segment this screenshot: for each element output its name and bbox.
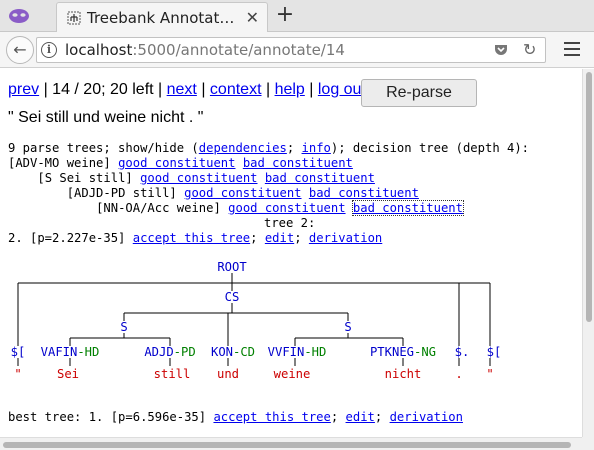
browser-tab[interactable]: Treebank Annotat… ✕ [56,2,268,32]
edit-link[interactable]: edit [346,410,375,424]
info-separator: ; [286,141,302,155]
candidate-prefix: 2. [p=2.227e-35] [8,231,133,245]
tree-favicon-icon [67,11,81,25]
best-prefix: best tree: 1. [p=6.596e-35] [8,410,214,424]
preterminal-node: $. [455,345,470,359]
link-separator: ; [330,410,346,424]
annotation-nav: prev | 14 / 20; 20 left | next | context… [8,81,366,99]
dependencies-link[interactable]: dependencies [199,141,287,155]
logout-link[interactable]: log out [318,81,366,98]
preterminal-node: KON-CD [211,345,255,359]
bad-constituent-link[interactable]: bad constituent [265,171,375,185]
good-constituent-link[interactable]: good constituent [228,201,345,215]
url-host: localhost [65,41,133,59]
position-indicator: 14 / 20; 20 left [52,81,154,98]
word-token: Sei [57,367,79,381]
help-link[interactable]: help [275,81,305,98]
link-separator: ; [374,410,390,424]
tree-nodes: ROOT CS S S $[ VAFIN-HD ADJD-PD KON-CD V… [11,260,502,381]
derivation-link[interactable]: derivation [390,410,463,424]
parse-tree: ROOT CS S S $[ VAFIN-HD ADJD-PD KON-CD V… [11,260,502,381]
word-token: . [455,367,462,381]
decision-indent [8,201,96,215]
vertical-scrollbar[interactable] [582,69,594,437]
word-token: nicht [385,367,422,381]
constituent-label: [S Sei still] [37,171,133,185]
separator: | [261,81,275,98]
constituent-label: [ADJD-PD still] [66,186,177,200]
derivation-link[interactable]: derivation [309,231,382,245]
pocket-icon[interactable] [493,42,509,58]
preterminal-node: $[ [487,345,502,359]
good-constituent-link[interactable]: good constituent [140,171,257,185]
url-text[interactable]: localhost:5000/annotate/annotate/14 [65,41,345,59]
candidate-tree-line: 2. [p=2.227e-35] accept this tree; edit;… [8,231,382,246]
page-content: prev | 14 / 20; 20 left | next | context… [0,69,582,437]
horizontal-scrollbar[interactable] [0,437,582,450]
context-link[interactable]: context [210,81,262,98]
link-separator: ; [250,231,265,245]
hamburger-menu-icon[interactable] [564,42,580,56]
info-prefix: 9 parse trees; show/hide ( [8,141,199,155]
url-path: :5000/annotate/annotate/14 [132,41,345,59]
s-node: S [344,320,351,334]
next-link[interactable]: next [167,81,197,98]
accept-tree-link[interactable]: accept this tree [213,410,330,424]
decision-row: [ADV-MO weine] good constituent bad cons… [8,156,353,171]
sentence: " Sei still und weine nicht . " [8,109,204,126]
parse-info-line: 9 parse trees; show/hide (dependencies; … [8,141,529,156]
info-link[interactable]: info [302,141,331,155]
word-token: " [486,367,493,381]
link-separator: ; [294,231,309,245]
bad-constituent-link[interactable]: bad constituent [243,156,353,170]
constituent-label: [NN-OA/Acc weine] [96,201,221,215]
accept-tree-link[interactable]: accept this tree [133,231,250,245]
horizontal-scroll-thumb[interactable] [3,442,571,448]
edit-link[interactable]: edit [265,231,294,245]
decision-row: [S Sei still] good constituent bad const… [8,171,375,186]
cs-node: CS [225,290,240,304]
decision-indent [8,171,37,185]
s-node: S [120,320,127,334]
reparse-button[interactable]: Re-parse [361,79,477,107]
preterminal-node: ADJD-PD [144,345,195,359]
good-constituent-link[interactable]: good constituent [184,186,301,200]
separator: | [196,81,210,98]
separator: | [153,81,167,98]
prev-link[interactable]: prev [8,81,39,98]
tab-title: Treebank Annotat… [87,9,235,27]
preterminal-node: $[ [11,345,26,359]
url-bar[interactable]: i localhost:5000/annotate/annotate/14 ↻ [36,37,546,63]
preterminal-node: VAFIN-HD [41,345,100,359]
word-token: " [14,367,21,381]
decision-row: [ADJD-PD still] good constituent bad con… [8,186,419,201]
bad-constituent-link[interactable]: bad constituent [309,186,419,200]
word-token: und [217,367,239,381]
close-tab-icon[interactable]: ✕ [246,8,259,27]
preterminal-node: PTKNEG-NG [370,345,436,359]
good-constituent-link[interactable]: good constituent [118,156,235,170]
separator: | [39,81,53,98]
decision-indent [8,186,67,200]
new-tab-icon[interactable]: + [273,3,297,27]
separator: | [304,81,318,98]
root-node: ROOT [217,260,247,274]
constituent-label: [ADV-MO weine] [8,156,111,170]
vertical-scroll-thumb[interactable] [586,72,592,322]
word-token: still [154,367,191,381]
tab-bar: Treebank Annotat… ✕ + [0,0,594,32]
scrollbar-corner [582,437,594,450]
bad-constituent-link[interactable]: bad constituent [351,200,464,216]
navigation-bar: ← i localhost:5000/annotate/annotate/14 … [0,32,594,68]
info-suffix: ); decision tree (depth 4): [330,141,530,155]
decision-row: [NN-OA/Acc weine] good constituent bad c… [8,200,464,216]
info-icon[interactable]: i [41,42,57,58]
reload-icon[interactable]: ↻ [523,40,536,59]
preterminal-node: VVFIN-HD [268,345,327,359]
tree-number-label: tree 2: [264,216,316,230]
mask-icon[interactable] [8,5,30,27]
word-token: weine [274,367,311,381]
back-arrow-icon[interactable]: ← [6,36,34,64]
best-tree-line: best tree: 1. [p=6.596e-35] accept this … [8,410,463,425]
